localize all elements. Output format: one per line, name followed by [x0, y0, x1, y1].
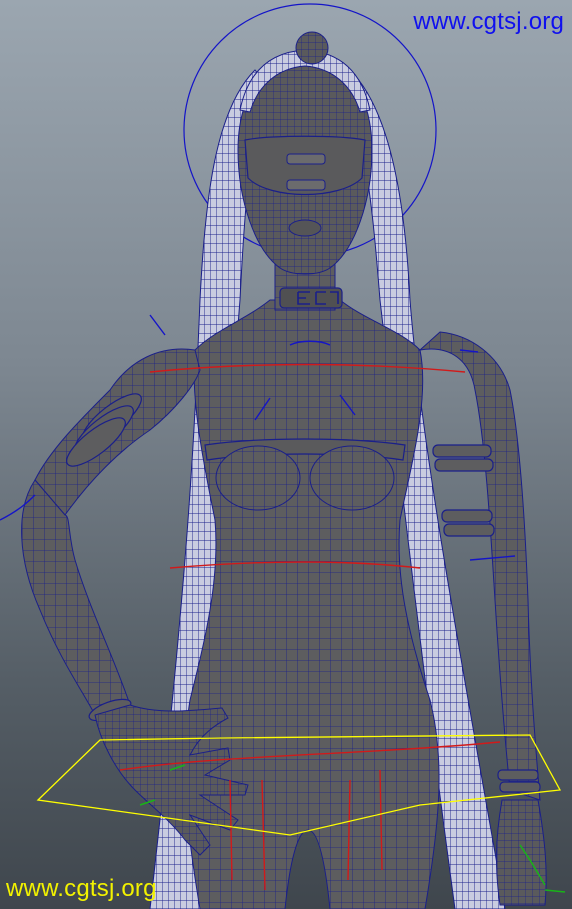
- 3d-viewport[interactable]: www.cgtsj.org www.cgtsj.org: [0, 0, 572, 909]
- collar[interactable]: [279, 287, 343, 309]
- hair-bun[interactable]: [295, 31, 329, 65]
- visor-slot-lower: [286, 179, 326, 191]
- left-forearm[interactable]: [21, 479, 131, 716]
- chest-right: [309, 445, 395, 511]
- chest-left: [215, 445, 301, 511]
- watermark-bottom: www.cgtsj.org: [6, 875, 157, 902]
- right-hand[interactable]: [495, 799, 547, 906]
- model-scene[interactable]: [0, 0, 572, 909]
- watermark-top: www.cgtsj.org: [413, 8, 564, 35]
- mouth: [288, 219, 322, 237]
- visor-slot-upper: [286, 153, 326, 165]
